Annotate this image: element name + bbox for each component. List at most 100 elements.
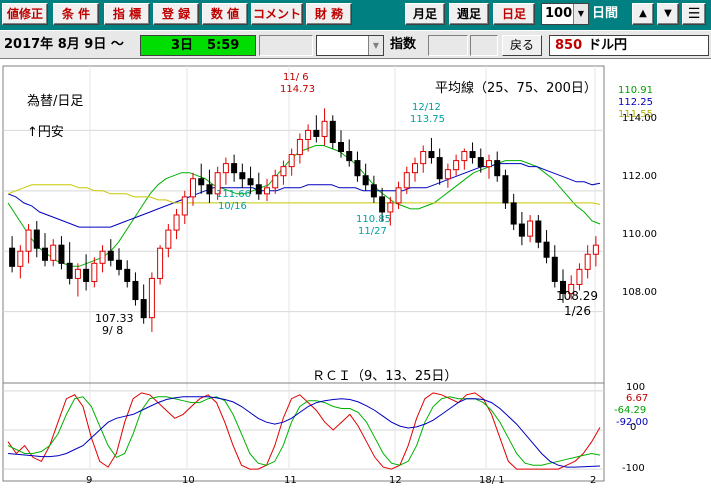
annot-jan-value: 108.29 [556,289,598,303]
chevron-down-icon[interactable]: ▼ [368,36,383,55]
annot-dec-value: 113.75 [410,114,445,125]
pair-name: ドル円 [588,38,628,53]
rci25-value: -92.00 [616,417,648,428]
range-display: 3日 5:59 [140,35,256,56]
candle-body [181,196,188,216]
empty-field-1 [259,35,313,56]
candle-body [362,175,369,186]
candle-body [190,178,196,198]
candle-body [222,163,229,174]
annot-nov-date: 11/27 [358,226,387,237]
empty-field-3 [470,35,498,56]
period-value: 100 [545,6,573,21]
register-button[interactable]: 登 録 [153,3,199,25]
annot-sep-date: 9/ 8 [102,324,123,337]
candle-body [107,250,114,261]
candle-body [33,229,40,249]
candle-body [247,178,254,186]
rci-tick-100: 100 [626,382,645,393]
candle-body [239,172,246,180]
candle-body [420,151,427,165]
annot-high-date: 11/ 6 [283,72,309,83]
candle-body [395,187,402,204]
chart-subtitle: ↑円安 [27,125,64,140]
range-value: 5:59 [207,38,240,53]
candle-body [502,175,509,204]
rci-tick-minus100: -100 [622,463,645,474]
candle-body [354,160,361,177]
candle-body [403,172,410,189]
indicator-select[interactable]: ▼ [316,35,384,56]
chevron-down-icon[interactable]: ▼ [573,4,588,24]
candle-body [494,160,501,177]
currency-pair-box: 850 ドル円 [549,35,709,56]
candle-body [198,178,205,186]
candle-body [165,229,172,249]
candle-body [157,247,164,279]
candle-body [338,141,344,153]
period-select[interactable]: 100 ▼ [541,3,589,25]
weekly-button[interactable]: 週足 [449,3,489,25]
up-arrow-icon[interactable]: ▲ [632,3,654,25]
candle-body [551,256,558,282]
candle-body [518,223,525,237]
start-date: 2017年 8月 9日 〜 [4,37,124,52]
candle-body [50,244,57,261]
candle-body [527,220,534,237]
candle-body [576,268,583,285]
ma25-value: 110.91 [618,85,653,96]
rci-title: ＲＣＩ（9、13、25日） [312,369,457,384]
chart-area: 為替/日足 ↑円安 平均線（25、75、200日） 110.91 112.25 … [2,65,657,486]
edit-values-button[interactable]: 値修正 [2,3,48,25]
y-tick-114: 114.00 [622,113,657,124]
empty-field-2 [428,35,468,56]
rci9-value: 6.67 [626,393,648,404]
candle-body [140,299,147,319]
candle-body [486,160,492,168]
candle-body [584,253,591,270]
period-unit-label: 日間 [592,6,619,21]
y-tick-108: 108.00 [622,287,657,298]
menu-icon[interactable]: ☰ [682,3,706,25]
x-tick-dec: 12 [389,475,402,486]
candle-body [9,247,16,267]
candle-body [42,247,48,261]
back-button[interactable]: 戻る [502,35,542,56]
conditions-button[interactable]: 条 件 [53,3,99,25]
candle-body [280,166,287,177]
candle-body [58,244,65,264]
candle-body [444,169,451,180]
annot-nov-value: 110.85 [356,214,391,225]
candle-body [379,196,386,213]
values-button[interactable]: 数 値 [202,3,248,25]
candle-body [288,154,295,168]
candle-body [66,262,73,279]
financial-button[interactable]: 財 務 [306,3,352,25]
candle-body [436,157,443,180]
y-tick-110: 110.00 [622,229,657,240]
candle-body [173,214,180,231]
monthly-button[interactable]: 月足 [405,3,445,25]
main-toolbar: 値修正 条 件 指 標 登 録 数 値 コメント 財 務 月足 週足 日足 10… [0,0,711,30]
comment-button[interactable]: コメント [251,3,303,25]
candle-body [264,187,270,195]
down-arrow-icon[interactable]: ▼ [657,3,679,25]
candle-body [412,163,418,174]
annot-jan-date: 1/26 [564,304,591,318]
chart-title: 為替/日足 [27,93,83,109]
x-tick-sep: 9 [86,475,92,486]
candle-body [74,268,81,279]
candle-body [510,202,517,225]
candle-body [255,184,262,195]
candle-body [25,229,32,252]
candle-body [305,129,312,140]
candle-body [148,277,155,319]
x-tick-oct: 10 [182,475,195,486]
candle-body [477,157,484,168]
candle-body [592,244,599,255]
candle-body [461,151,468,162]
indicators-button[interactable]: 指 標 [104,3,150,25]
candle-body [428,151,435,159]
daily-button[interactable]: 日足 [493,3,535,25]
candle-body [132,280,139,301]
